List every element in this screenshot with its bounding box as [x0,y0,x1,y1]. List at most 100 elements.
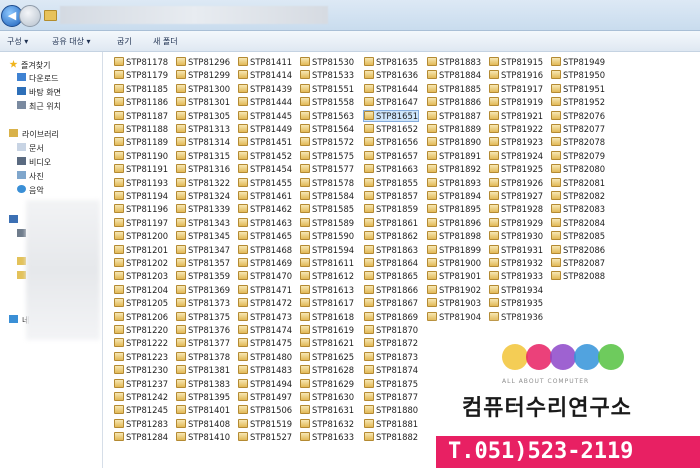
file-item[interactable]: STP81874 [364,365,418,375]
file-item[interactable]: STP81949 [551,57,605,67]
file-item[interactable]: STP81220 [114,325,168,335]
file-item[interactable]: STP81925 [489,164,543,174]
file-item[interactable]: STP81594 [300,244,354,255]
file-item[interactable]: STP81657 [364,150,418,161]
file-item[interactable]: STP81179 [114,70,168,80]
file-item[interactable]: STP81919 [489,97,543,107]
nav-music[interactable]: 음악 [29,185,44,196]
file-item[interactable]: STP81872 [364,338,418,348]
file-item[interactable]: STP81455 [238,177,292,188]
file-item[interactable]: STP81952 [551,97,605,107]
file-item[interactable]: STP81519 [238,418,292,429]
file-item[interactable]: STP81343 [176,217,230,228]
file-item[interactable]: STP81915 [489,57,543,67]
file-item[interactable]: STP81373 [176,298,230,308]
file-item[interactable]: STP81205 [114,298,168,308]
file-item[interactable]: STP81931 [489,244,543,255]
file-item[interactable]: STP81381 [176,365,230,375]
file-item[interactable]: STP81898 [427,231,481,241]
file-item[interactable]: STP81194 [114,191,168,201]
file-item[interactable]: STP81178 [114,57,168,67]
file-item[interactable]: STP81461 [238,191,292,201]
file-item[interactable]: STP81445 [238,110,292,121]
file-item[interactable]: STP81572 [300,137,354,147]
file-item[interactable]: STP81585 [300,204,354,214]
file-item[interactable]: STP81444 [238,97,292,107]
file-item[interactable]: STP81527 [238,432,292,442]
file-item[interactable]: STP81345 [176,231,230,241]
file-item[interactable]: STP81612 [300,271,354,281]
file-item[interactable]: STP81242 [114,392,168,402]
file-item[interactable]: STP81284 [114,432,168,442]
file-item[interactable]: STP81223 [114,351,168,362]
file-item[interactable]: STP81201 [114,244,168,255]
file-item[interactable]: STP81187 [114,110,168,121]
file-item[interactable]: STP81378 [176,351,230,362]
file-item[interactable]: STP81203 [114,271,168,281]
file-item[interactable]: STP81903 [427,298,481,308]
file-item[interactable]: STP81951 [551,83,605,94]
file-item[interactable]: STP81475 [238,338,292,348]
file-item[interactable]: STP81866 [364,284,418,295]
nav-recent[interactable]: 최근 위치 [29,101,61,112]
file-item[interactable]: STP81924 [489,150,543,161]
file-item[interactable]: STP81855 [364,177,418,188]
file-item[interactable]: STP81578 [300,177,354,188]
file-item[interactable]: STP81886 [427,97,481,107]
file-item[interactable]: STP81468 [238,244,292,255]
file-item[interactable]: STP81375 [176,311,230,322]
file-item[interactable]: STP81631 [300,405,354,415]
file-item[interactable]: STP81885 [427,83,481,94]
file-item[interactable]: STP81439 [238,83,292,94]
file-item[interactable]: STP81577 [300,164,354,174]
file-item[interactable]: STP81916 [489,70,543,80]
file-item[interactable]: STP81494 [238,378,292,389]
nav-pictures[interactable]: 사진 [29,171,44,182]
file-item[interactable]: STP81589 [300,217,354,228]
file-item[interactable]: STP81889 [427,124,481,134]
file-item[interactable]: STP81929 [489,217,543,228]
file-item[interactable]: STP81305 [176,110,230,121]
file-item[interactable]: STP81864 [364,258,418,268]
file-item[interactable]: STP81904 [427,311,481,322]
file-item[interactable]: STP81901 [427,271,481,281]
file-item[interactable]: STP81200 [114,231,168,241]
file-item[interactable]: STP82078 [551,137,605,147]
file-item[interactable]: STP81383 [176,378,230,389]
address-field[interactable] [60,6,328,24]
file-item[interactable]: STP81926 [489,177,543,188]
file-item[interactable]: STP82077 [551,124,605,134]
file-item[interactable]: STP81870 [364,325,418,335]
file-item[interactable]: STP81921 [489,110,543,121]
file-item[interactable]: STP81930 [489,231,543,241]
file-item[interactable]: STP81899 [427,244,481,255]
file-item[interactable]: STP81449 [238,124,292,134]
file-item[interactable]: STP81884 [427,70,481,80]
file-item[interactable]: STP81613 [300,284,354,295]
file-item[interactable]: STP81590 [300,231,354,241]
file-item[interactable]: STP81506 [238,405,292,415]
file-item[interactable]: STP81245 [114,405,168,415]
file-item[interactable]: STP81934 [489,284,543,295]
file-item[interactable]: STP81877 [364,392,418,402]
file-item[interactable]: STP81625 [300,351,354,362]
file-item[interactable]: STP81632 [300,418,354,429]
file-item[interactable]: STP81927 [489,191,543,201]
file-item[interactable]: STP81928 [489,204,543,214]
nav-desktop[interactable]: 바탕 화면 [29,87,61,98]
file-item[interactable]: STP81936 [489,311,543,322]
file-item[interactable]: STP81933 [489,271,543,281]
file-item[interactable]: STP81454 [238,164,292,174]
file-item[interactable]: STP81900 [427,258,481,268]
file-item[interactable]: STP81617 [300,298,354,308]
file-item[interactable]: STP81357 [176,258,230,268]
file-item[interactable]: STP81867 [364,298,418,308]
file-item[interactable]: STP81463 [238,217,292,228]
file-item[interactable]: STP81401 [176,405,230,415]
file-item[interactable]: STP81575 [300,150,354,161]
file-item[interactable]: STP81887 [427,110,481,121]
file-item[interactable]: STP81861 [364,217,418,228]
burn-button[interactable]: 굽기 [117,36,132,47]
file-item[interactable]: STP82080 [551,164,605,174]
file-item[interactable]: STP81558 [300,97,354,107]
